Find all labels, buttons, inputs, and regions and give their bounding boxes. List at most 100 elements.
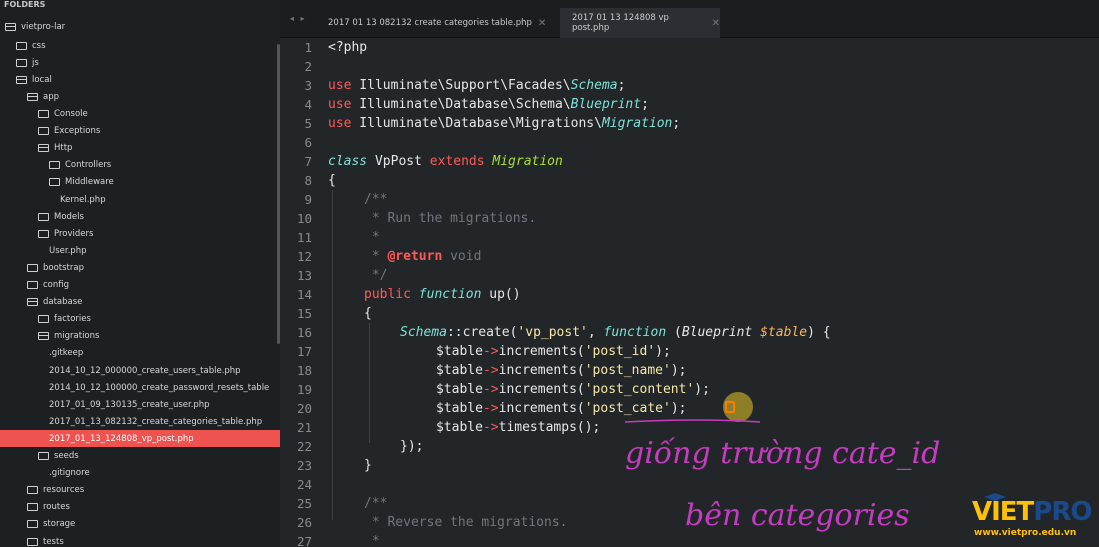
folder-item[interactable]: seeds	[0, 448, 280, 465]
file-item[interactable]: .gitignore	[0, 465, 280, 482]
folder-item[interactable]: database	[0, 294, 280, 311]
folder-icon	[27, 486, 38, 495]
code-line-11: *	[364, 230, 380, 245]
tab-label: 2017 01 13 082132 create categories tabl…	[328, 18, 532, 28]
folder-item[interactable]: Providers	[0, 225, 280, 242]
folder-icon	[38, 212, 49, 221]
line-number: 8	[304, 173, 312, 188]
line-number: 25	[296, 496, 312, 511]
line-number: 7	[304, 154, 312, 169]
tree-item-label: config	[43, 280, 70, 290]
file-item[interactable]: 2014_10_12_000000_create_users_table.php	[0, 362, 280, 379]
code-line-23: }	[364, 458, 372, 473]
folder-item[interactable]: Models	[0, 208, 280, 225]
tree-item-label: bootstrap	[43, 262, 84, 273]
folder-icon	[38, 315, 49, 324]
close-icon[interactable]: ✕	[538, 18, 546, 29]
folder-item[interactable]: js	[0, 54, 280, 71]
code-line-25: /**	[364, 496, 388, 511]
tab-create-categories[interactable]: 2017 01 13 082132 create categories tabl…	[316, 8, 552, 38]
folder-icon	[27, 537, 38, 546]
tree-item-label: Http	[54, 143, 73, 154]
folder-item[interactable]: css	[0, 37, 280, 54]
tree-item-label: tests	[43, 536, 64, 547]
annotation-line-2: bên categories	[685, 498, 910, 533]
indent-guide	[369, 323, 370, 443]
tree-item-label: User.php	[49, 245, 87, 256]
line-number: 1	[304, 40, 312, 55]
tree-item-label: Console	[54, 109, 88, 119]
folder-icon	[38, 127, 49, 136]
folder-item[interactable]: bootstrap	[0, 259, 280, 276]
line-number: 16	[296, 325, 312, 340]
sidebar-header: FOLDERS	[4, 0, 46, 9]
folder-item[interactable]: Middleware	[0, 174, 280, 191]
folder-item[interactable]: Exceptions	[0, 123, 280, 140]
code-line-4: use Illuminate\Database\Schema\Blueprint…	[328, 97, 649, 112]
code-line-17: $table->increments('post_id');	[436, 344, 671, 359]
code-line-9: /**	[364, 192, 388, 207]
tree-item-label: css	[32, 40, 46, 51]
line-number: 12	[296, 249, 312, 264]
code-line-5: use Illuminate\Database\Migrations\Migra…	[328, 116, 681, 131]
code-line-12: * @return void	[364, 249, 482, 264]
code-line-10: * Run the migrations.	[364, 211, 537, 226]
close-icon[interactable]: ✕	[712, 18, 720, 29]
folder-item[interactable]: routes	[0, 499, 280, 516]
line-number: 13	[296, 268, 312, 283]
folder-open-icon	[38, 144, 49, 153]
tree-item-label: routes	[43, 502, 70, 513]
vietpro-logo: VIETPRO www.vietpro.edu.vn	[968, 493, 1099, 547]
folder-item[interactable]: config	[0, 277, 280, 294]
tree-item-label: 2017_01_13_124808_vp_post.php	[49, 433, 194, 444]
line-number: 24	[296, 477, 312, 492]
folder-item[interactable]: app	[0, 88, 280, 105]
folder-item[interactable]: migrations	[0, 328, 280, 345]
folder-icon	[16, 58, 27, 67]
line-number: 26	[296, 515, 312, 530]
code-line-8: {	[328, 173, 336, 188]
folder-item[interactable]: vietpro-lar	[0, 18, 280, 35]
tree-item-label: resources	[43, 485, 85, 496]
tree-item-label: Kernel.php	[60, 194, 106, 205]
file-item[interactable]: 2017_01_09_130135_create_user.php	[0, 396, 280, 413]
tree-item-label: local	[32, 74, 52, 85]
tab-nav-arrows[interactable]: ◂ ▸	[290, 14, 307, 23]
tree-item-label: Middleware	[65, 177, 114, 188]
folder-item[interactable]: Console	[0, 106, 280, 123]
tab-bar: ◂ ▸ 2017 01 13 082132 create categories …	[280, 0, 1099, 38]
folder-item[interactable]: Http	[0, 140, 280, 157]
line-number: 23	[296, 458, 312, 473]
code-editor[interactable]: 1 2 3 4 5 6 7 8 9 10 11 12 13 14 15 16 17 18 19 20 21 22 23 24 2…	[280, 38, 1099, 547]
file-item[interactable]: 2014_10_12_100000_create_password_resets…	[0, 379, 280, 396]
folder-open-icon	[5, 22, 16, 31]
folder-item[interactable]: resources	[0, 482, 280, 499]
file-item[interactable]: .gitkeep	[0, 345, 280, 362]
tree-item-label: Models	[54, 211, 84, 222]
tab-vp-post[interactable]: 2017 01 13 124808 vp post.php ✕	[560, 8, 720, 38]
tree-item-label: factories	[54, 314, 91, 325]
folder-item[interactable]: factories	[0, 311, 280, 328]
folder-icon	[49, 178, 60, 187]
code-line-20: $table->increments('post_cate');	[436, 401, 687, 416]
line-number: 17	[296, 344, 312, 359]
tree-item-label: .gitkeep	[49, 348, 84, 359]
code-line-21: $table->timestamps();	[436, 420, 601, 435]
folder-item[interactable]: local	[0, 71, 280, 88]
tree-item-label: .gitignore	[49, 468, 90, 479]
line-number: 19	[296, 382, 312, 397]
code-line-22: });	[400, 439, 424, 454]
file-item[interactable]: 2017_01_13_082132_create_categories_tabl…	[0, 413, 280, 430]
folder-item[interactable]: Controllers	[0, 157, 280, 174]
folder-item[interactable]: storage	[0, 516, 280, 533]
file-item[interactable]: 2017_01_13_124808_vp_post.php	[0, 430, 280, 448]
tree-item-label: Controllers	[65, 160, 112, 171]
file-item[interactable]: User.php	[0, 242, 280, 259]
folder-icon	[27, 281, 38, 289]
line-number: 18	[296, 363, 312, 378]
file-item[interactable]: Kernel.php	[0, 191, 280, 208]
tree-item-label: 2017_01_13_082132_create_categories_tabl…	[49, 416, 263, 427]
folder-item[interactable]: tests	[0, 533, 280, 547]
code-line-3: use Illuminate\Support\Facades\Schema;	[328, 78, 626, 93]
tree-item-label: storage	[43, 519, 76, 530]
